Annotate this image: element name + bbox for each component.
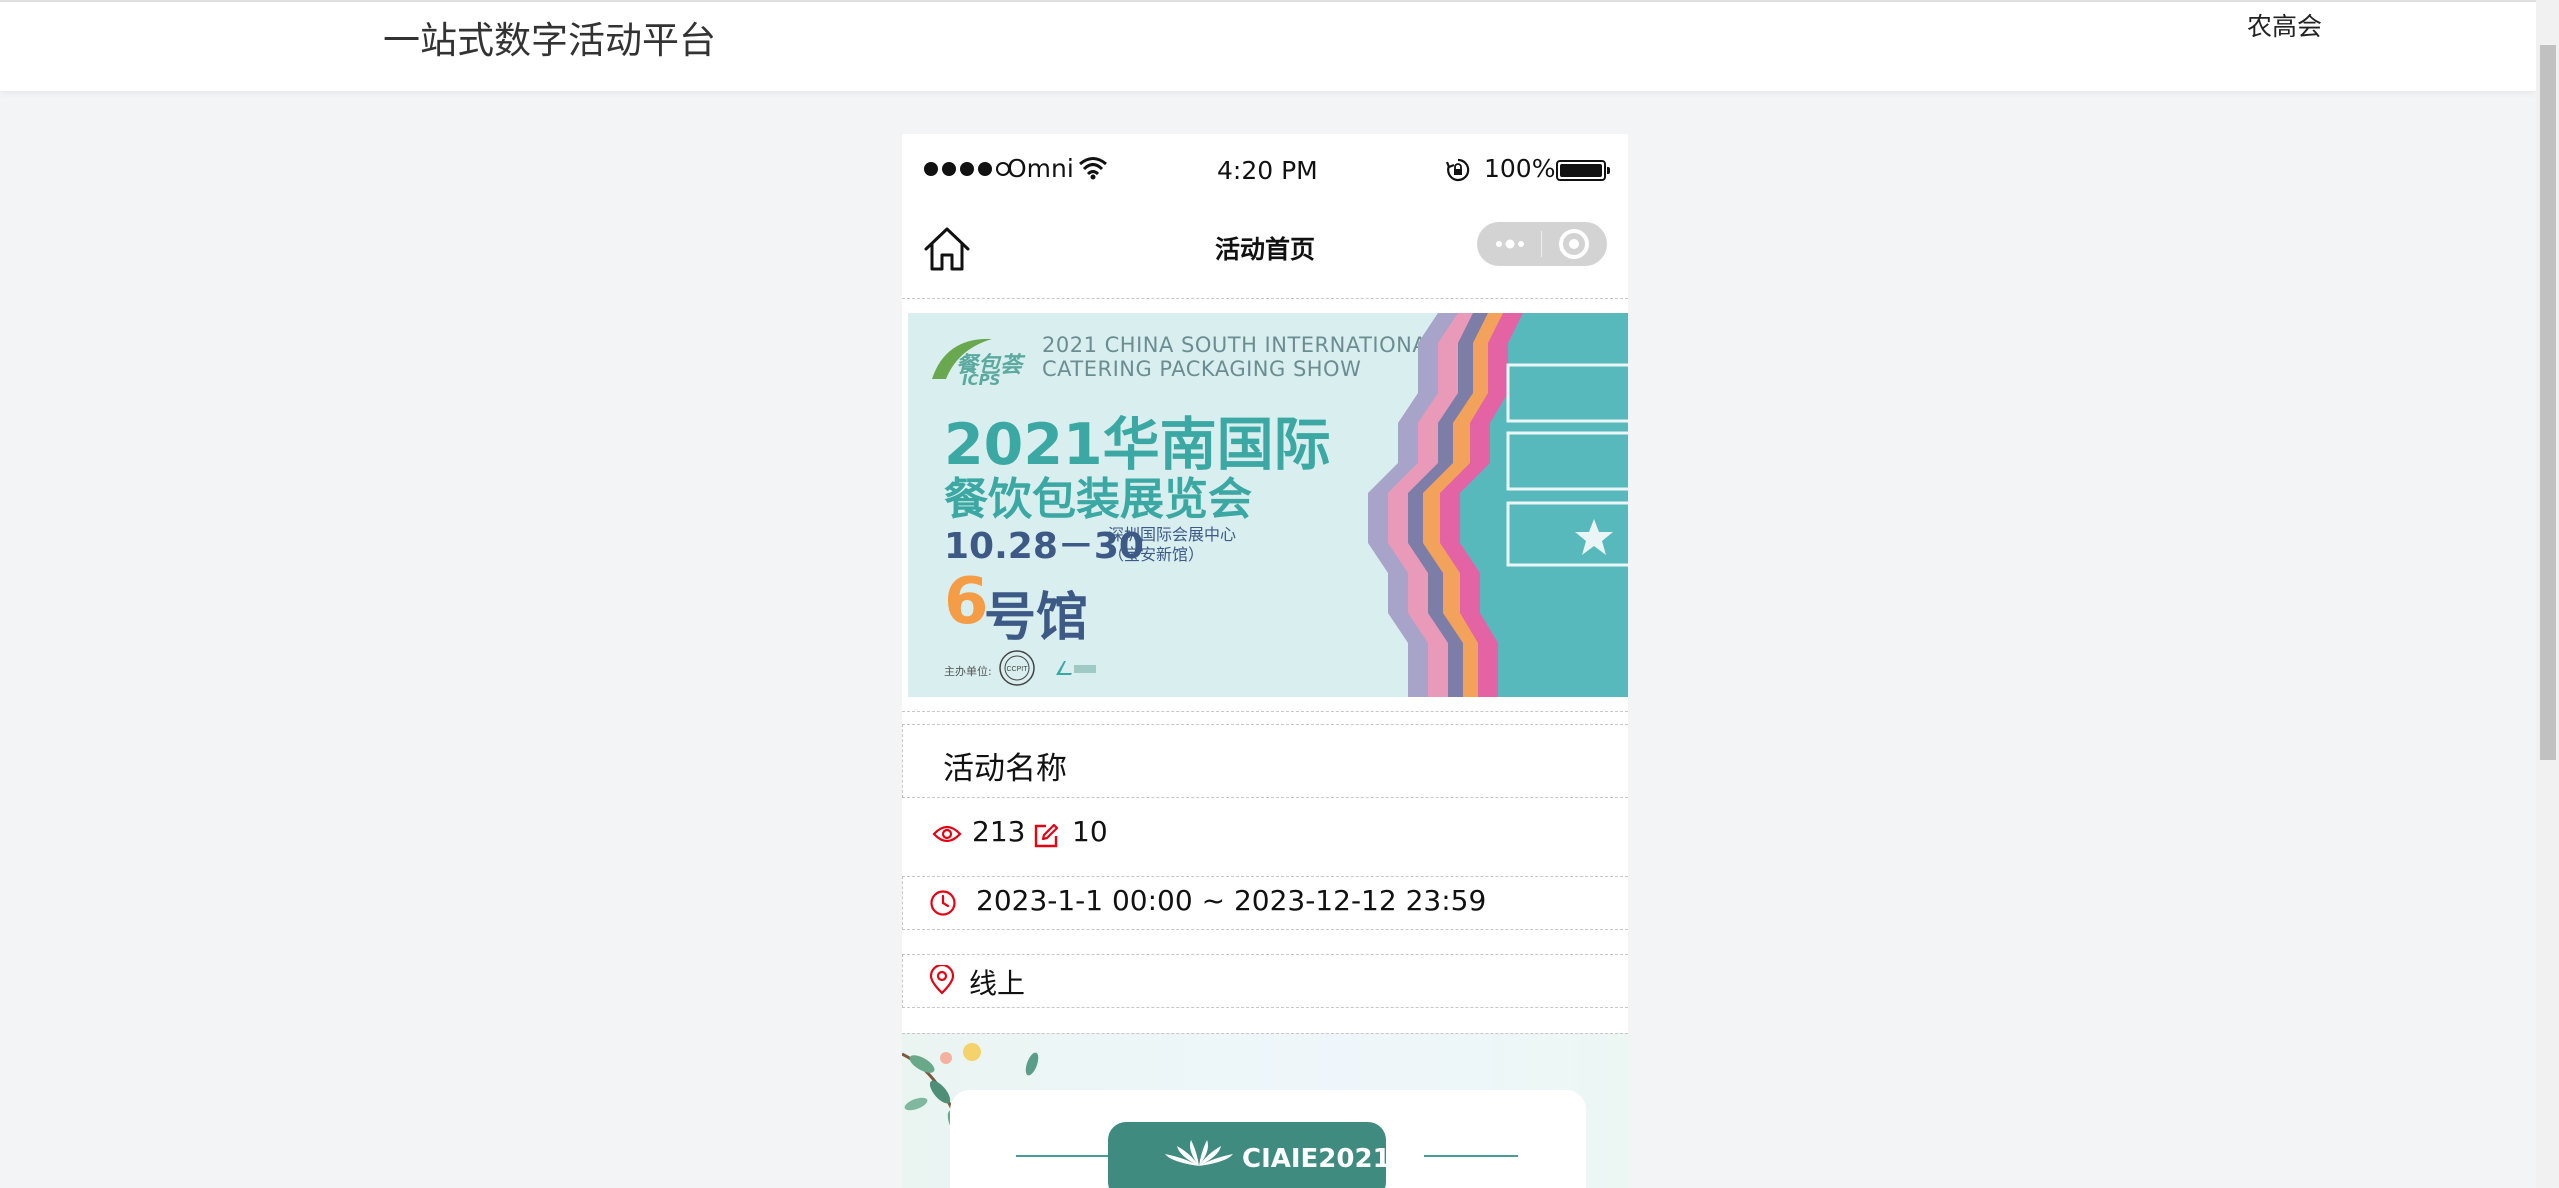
signal-strength-icon: [924, 162, 1010, 176]
organizer-logo-icon: [1056, 661, 1096, 675]
layered-books-artwork: [1368, 313, 1628, 697]
top-right-link[interactable]: 农高会: [2247, 7, 2322, 43]
activity-banner-image[interactable]: 餐包荟 ICPS 2021 CHINA SOUTH INTERNATIONAL …: [908, 313, 1628, 697]
mini-program-navbar: 活动首页: [902, 210, 1628, 294]
phone-status-bar: Omni 4:20 PM 100%: [902, 134, 1628, 210]
activity-banner-container: 餐包荟 ICPS 2021 CHINA SOUTH INTERNATIONAL …: [902, 298, 1628, 712]
event-poster-image[interactable]: CIAIE2021: [902, 1033, 1628, 1188]
activity-name-row: 活动名称: [902, 724, 1628, 798]
ciaie-logo-icon: [1165, 1140, 1233, 1166]
poster-divider-right: [1424, 1155, 1518, 1157]
banner-sponsor-label: 主办单位:: [944, 665, 992, 678]
battery-icon: [1556, 160, 1610, 181]
poster-title: CIAIE2021: [1242, 1144, 1391, 1174]
close-mini-program-icon[interactable]: [1542, 222, 1607, 266]
banner-logo-sub: ICPS: [962, 371, 1001, 389]
activity-name: 活动名称: [943, 751, 1067, 787]
top-header: 一站式数字活动平台 农高会: [0, 0, 2536, 91]
edit-count: 10: [1072, 815, 1108, 848]
scrollbar-thumb[interactable]: [2540, 45, 2556, 760]
banner-hall-label: 号馆: [984, 588, 1089, 648]
edit-icon: [1034, 823, 1059, 848]
battery-percent: 100%: [1484, 154, 1556, 183]
activity-time-range: 2023-1-1 00:00 ~ 2023-12-12 23:59: [976, 884, 1487, 917]
wifi-icon: [1079, 157, 1107, 180]
location-pin-icon: [929, 965, 955, 995]
clock-icon: [930, 890, 956, 916]
svg-text:CCPIT: CCPIT: [1007, 666, 1029, 673]
activity-location-row: 线上: [902, 954, 1628, 1008]
phone-preview: Omni 4:20 PM 100% 活动首页 餐包荟 ICPS 2021 CHI…: [902, 134, 1628, 1188]
status-time: 4:20 PM: [1217, 156, 1318, 185]
ccpit-seal-icon: CCPIT: [999, 650, 1035, 686]
site-title: 一站式数字活动平台: [383, 19, 716, 62]
activity-location: 线上: [969, 967, 1026, 1000]
view-count: 213: [972, 815, 1026, 848]
carrier-name: Omni: [1007, 154, 1074, 183]
activity-time-row: 2023-1-1 00:00 ~ 2023-12-12 23:59: [902, 876, 1628, 930]
poster-divider-left: [1016, 1155, 1110, 1157]
banner-venue-line2: （宝安新馆）: [1108, 545, 1205, 564]
banner-title-en-line2: CATERING PACKAGING SHOW: [1042, 357, 1362, 381]
more-options-icon[interactable]: [1477, 222, 1542, 266]
banner-hall-number: 6: [944, 565, 989, 639]
activity-stats-row: 213 10: [902, 798, 1628, 872]
rotation-lock-icon: [1445, 158, 1470, 182]
mini-program-capsule: [1477, 222, 1607, 266]
eye-icon: [932, 825, 962, 843]
